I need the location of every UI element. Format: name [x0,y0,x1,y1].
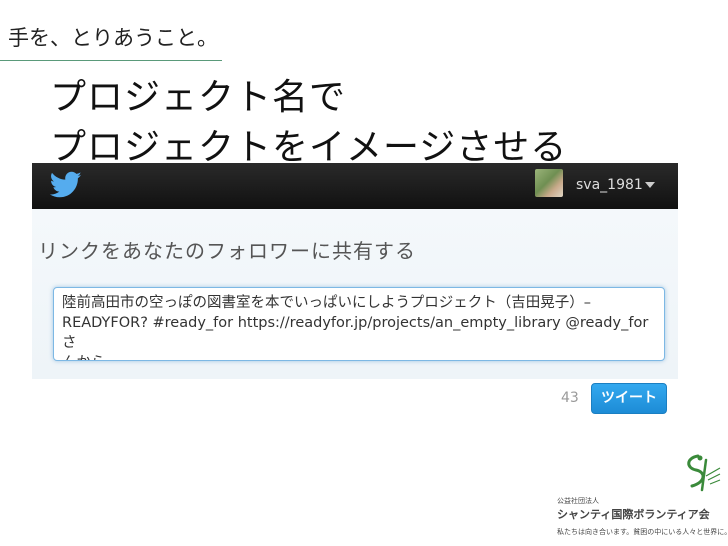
user-avatar[interactable] [535,169,563,197]
share-heading: リンクをあなたのフォロワーに共有する [38,239,416,263]
twitter-share-window: sva_1981 リンクをあなたのフォロワーに共有する 陸前高田市の空っぽの図書… [32,163,678,423]
organization-logo-icon [687,454,721,492]
motto-divider [0,60,222,61]
organization-name: シャンティ国際ボランティア会 [557,508,710,521]
chevron-down-icon[interactable] [645,182,655,188]
account-username[interactable]: sva_1981 [576,177,643,193]
twitter-topbar: sva_1981 [32,163,678,209]
tweet-compose-textarea[interactable]: 陸前高田市の空っぽの図書室を本でいっぱいにしようプロジェクト（吉田晃子）– RE… [53,287,665,361]
twitter-bird-icon[interactable] [50,171,82,199]
organization-type-label: 公益社団法人 [557,497,599,505]
slide-motto: 手を、とりあうこと。 [8,26,218,50]
slide-title-line1: プロジェクト名で [50,77,347,118]
character-count: 43 [561,390,579,406]
organization-tagline: 私たちは向き合います。貧困の中にいる人々と世界に。 [557,528,728,536]
tweet-button[interactable]: ツイート [591,383,667,414]
